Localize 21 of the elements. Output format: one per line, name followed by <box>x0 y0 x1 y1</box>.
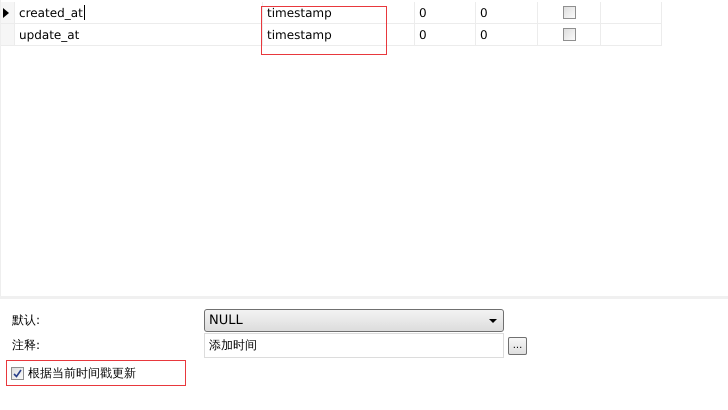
comment-label: 注释: <box>12 337 42 354</box>
current-row-icon <box>3 8 9 18</box>
field-type-cell[interactable]: timestamp <box>267 28 332 42</box>
update-timestamp-label: 根据当前时间戳更新 <box>28 365 136 382</box>
table-row[interactable]: update_at timestamp 0 0 <box>1 24 662 46</box>
field-name-cell[interactable]: created_at <box>19 6 83 20</box>
length-cell[interactable]: 0 <box>419 28 427 42</box>
length-cell[interactable]: 0 <box>419 6 427 20</box>
decimals-cell[interactable]: 0 <box>480 28 488 42</box>
update-timestamp-checkbox[interactable] <box>11 367 24 380</box>
row-selector[interactable] <box>1 2 15 23</box>
field-type-cell[interactable]: timestamp <box>267 6 332 20</box>
decimals-cell[interactable]: 0 <box>480 6 488 20</box>
not-null-checkbox[interactable] <box>562 6 576 19</box>
not-null-checkbox[interactable] <box>562 28 576 41</box>
more-button[interactable]: ... <box>508 336 527 354</box>
default-dropdown[interactable]: NULL <box>204 309 504 332</box>
field-name-cell[interactable]: update_at <box>19 28 80 42</box>
default-label: 默认: <box>12 312 42 329</box>
table-row[interactable]: created_at timestamp 0 0 <box>1 2 662 24</box>
comment-field[interactable]: 添加时间 <box>204 333 504 358</box>
